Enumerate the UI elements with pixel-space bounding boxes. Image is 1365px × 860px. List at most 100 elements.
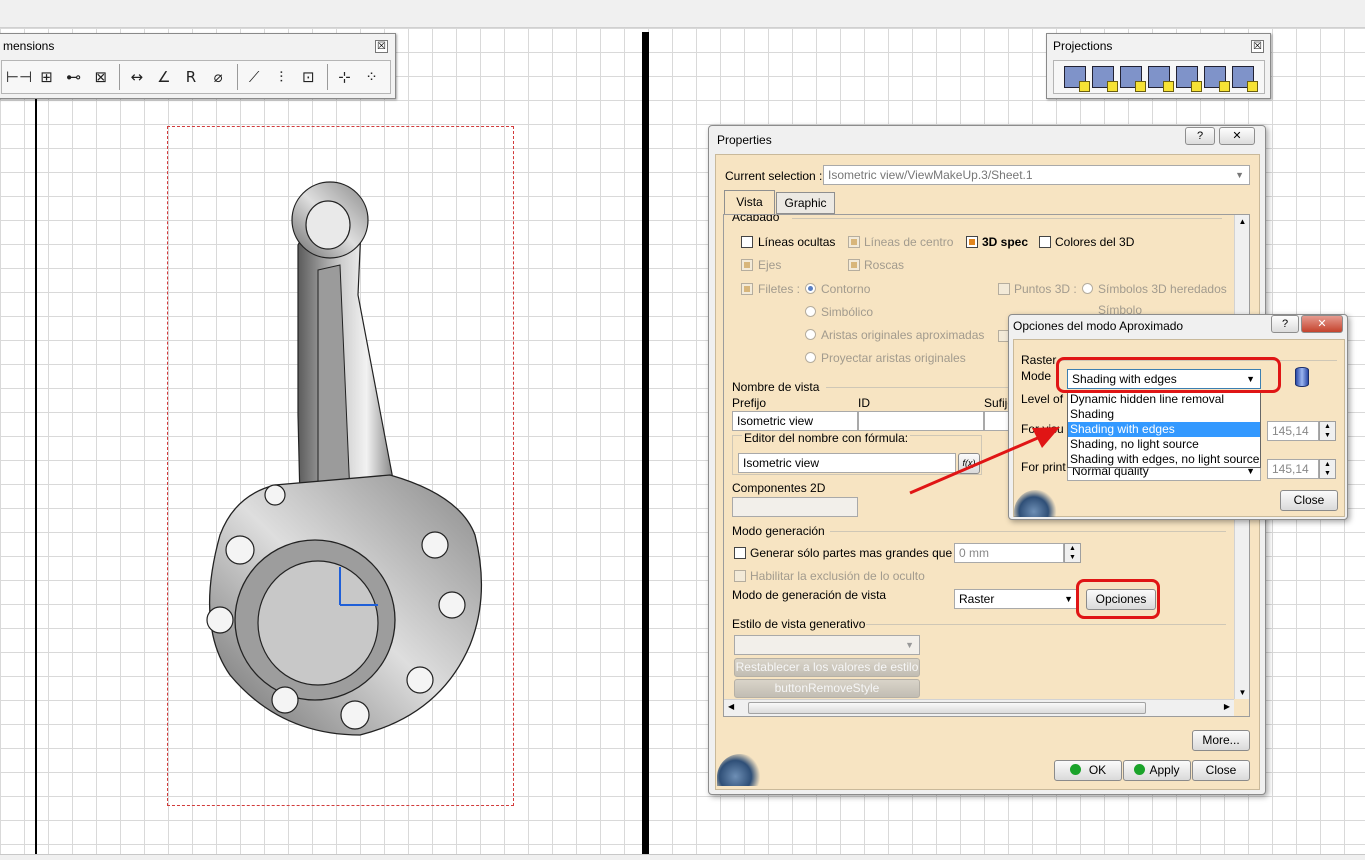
close-icon[interactable]: ✕ <box>1219 127 1255 145</box>
mode-option[interactable]: Shading with edges, no light source <box>1068 452 1260 467</box>
opciones-highlight <box>1076 579 1160 619</box>
isometric-view-icon[interactable] <box>1204 66 1230 92</box>
generar-size-spinner[interactable]: ▲ ▼ <box>1064 543 1081 563</box>
print-dpi-spinner[interactable]: ▲ ▼ <box>1319 459 1336 479</box>
mode-option[interactable]: Dynamic hidden line removal <box>1068 392 1260 407</box>
projections-icon-row <box>1053 60 1265 94</box>
mode-option[interactable]: Shading, no light source <box>1068 437 1260 452</box>
chevron-down-icon: ▼ <box>905 640 914 650</box>
visu-dpi-field[interactable]: 145,14 <box>1267 421 1319 441</box>
aristas-aprox-label: Aristas originales aproximadas <box>821 328 985 342</box>
coordinate-dimension-icon[interactable]: ⊡ <box>296 64 321 90</box>
modo-gen-vista-value: Raster <box>959 592 995 606</box>
lineas-ocultas-checkbox[interactable] <box>741 236 753 248</box>
raster-group-label: Raster <box>1021 353 1057 367</box>
habilitar-exclusion-checkbox[interactable] <box>734 570 746 582</box>
advanced-front-view-icon[interactable] <box>1232 66 1258 92</box>
prefijo-field[interactable]: Isometric view <box>732 411 858 431</box>
ok-button[interactable]: OK <box>1054 760 1122 781</box>
scroll-thumb[interactable] <box>748 702 1146 714</box>
diameter-dimension-icon[interactable]: ⌀ <box>206 64 231 90</box>
point-table-icon[interactable]: ⁘ <box>359 64 384 90</box>
nombre-vista-group-label: Nombre de vista <box>732 380 820 394</box>
stacked-dimensions-icon[interactable]: ⊞ <box>34 64 59 90</box>
modo-gen-vista-combo[interactable]: Raster ▼ <box>954 589 1079 609</box>
connecting-rod-drawing[interactable] <box>190 175 500 765</box>
apply-icon <box>1134 764 1146 775</box>
separator <box>119 64 121 90</box>
apply-label: Apply <box>1149 763 1180 777</box>
chamfer-dimension-icon[interactable]: ⟋ <box>242 64 267 90</box>
ejes-label: Ejes <box>758 258 782 272</box>
help-button[interactable]: ? <box>1185 127 1215 145</box>
roscas-checkbox[interactable] <box>848 259 860 271</box>
visu-dpi-spinner[interactable]: ▲ ▼ <box>1319 421 1336 441</box>
radius-dimension-icon[interactable]: R <box>178 64 203 90</box>
group-line <box>830 531 1226 532</box>
projection-view-icon[interactable] <box>1148 66 1174 92</box>
puntos-3d-checkbox[interactable] <box>998 283 1010 295</box>
lineas-centro-checkbox[interactable] <box>848 236 860 248</box>
remove-style-button[interactable]: buttonRemoveStyle <box>734 679 920 698</box>
mode-option[interactable]: Shading <box>1068 407 1260 422</box>
restablecer-button[interactable]: Restablecer a los valores de estilo <box>734 658 920 677</box>
current-selection-combo[interactable]: Isometric view/ViewMakeUp.3/Sheet.1 ▼ <box>823 165 1250 185</box>
simbolico-radio[interactable] <box>805 306 816 317</box>
database-icon[interactable] <box>1295 367 1309 387</box>
estilo-vista-group-label: Estilo de vista generativo <box>732 617 866 631</box>
estilo-vista-combo[interactable]: ▼ <box>734 635 920 655</box>
tab-vista[interactable]: Vista <box>724 190 775 214</box>
close-icon[interactable]: ✕ <box>1301 315 1343 333</box>
separator <box>236 64 238 90</box>
dimension-table-icon[interactable]: ⊠ <box>88 64 113 90</box>
projections-toolbar[interactable]: Projections ☒ <box>1046 33 1271 99</box>
dimensions-icon-row: ⊢⊣ ⊞ ⊷ ⊠ ↔ ∠ R ⌀ ⟋ ⫶ ⊡ ⊹ ⁘ <box>1 60 391 94</box>
scroll-left-arrow[interactable]: ◀ <box>728 702 734 711</box>
hole-table-icon[interactable]: ⊹ <box>332 64 357 90</box>
toolbar-close-icon[interactable]: ☒ <box>375 40 388 53</box>
approx-close-button[interactable]: Close <box>1280 490 1338 511</box>
dialog-title: Opciones del modo Aproximado <box>1013 319 1184 333</box>
cumulated-dimensions-icon[interactable]: ⊢⊣ <box>6 64 32 90</box>
print-dpi-field[interactable]: 145,14 <box>1267 459 1319 479</box>
scroll-right-arrow[interactable]: ▶ <box>1224 702 1230 711</box>
toolbar-title: mensions <box>3 39 55 53</box>
simbolos-3d-radio[interactable] <box>1082 283 1093 294</box>
help-button[interactable]: ? <box>1271 315 1299 333</box>
level-of-label: Level of <box>1021 392 1064 406</box>
thread-dimension-icon[interactable]: ⫶ <box>269 64 294 90</box>
colores-3d-checkbox[interactable] <box>1039 236 1051 248</box>
more-button[interactable]: More... <box>1192 730 1250 751</box>
spec-3d-label: 3D spec <box>982 235 1029 249</box>
toolbar-close-icon[interactable]: ☒ <box>1251 40 1264 53</box>
contorno-radio[interactable] <box>805 283 816 294</box>
mode-option-selected[interactable]: Shading with edges <box>1068 422 1260 437</box>
mode-dropdown-list[interactable]: Dynamic hidden line removal Shading Shad… <box>1067 391 1261 468</box>
scroll-up-arrow[interactable]: ▲ <box>1235 217 1249 226</box>
componentes-2d-field[interactable] <box>732 497 858 517</box>
close-button[interactable]: Close <box>1192 760 1250 781</box>
filetes-checkbox[interactable] <box>741 283 753 295</box>
angle-dimension-icon[interactable]: ∠ <box>151 64 176 90</box>
auxiliary-view-icon[interactable] <box>1176 66 1202 92</box>
apply-button[interactable]: Apply <box>1123 760 1191 781</box>
generar-size-field[interactable]: 0 mm <box>954 543 1064 563</box>
unfolded-view-icon[interactable] <box>1092 66 1118 92</box>
dimensions-toolbar[interactable]: mensions ☒ ⊢⊣ ⊞ ⊷ ⊠ ↔ ∠ R ⌀ ⟋ ⫶ ⊡ ⊹ ⁘ <box>0 33 396 99</box>
length-dimension-icon[interactable]: ↔ <box>124 64 149 90</box>
proyectar-aristas-radio[interactable] <box>805 352 816 363</box>
tab-graphic[interactable]: Graphic <box>776 192 835 214</box>
generar-solo-checkbox[interactable] <box>734 547 746 559</box>
view-from-3d-icon[interactable] <box>1120 66 1146 92</box>
sheet-border-left <box>35 98 37 854</box>
front-view-icon[interactable] <box>1064 66 1090 92</box>
spec-3d-checkbox[interactable] <box>966 236 978 248</box>
chained-dimensions-icon[interactable]: ⊷ <box>61 64 86 90</box>
ejes-checkbox[interactable] <box>741 259 753 271</box>
scroll-down-arrow[interactable]: ▼ <box>1235 688 1249 697</box>
current-selection-label: Current selection : <box>725 169 823 183</box>
horizontal-scrollbar[interactable]: ◀ ▶ <box>724 699 1234 716</box>
ok-icon <box>1069 764 1081 775</box>
aristas-aprox-radio[interactable] <box>805 329 816 340</box>
contorno-label: Contorno <box>821 282 871 296</box>
